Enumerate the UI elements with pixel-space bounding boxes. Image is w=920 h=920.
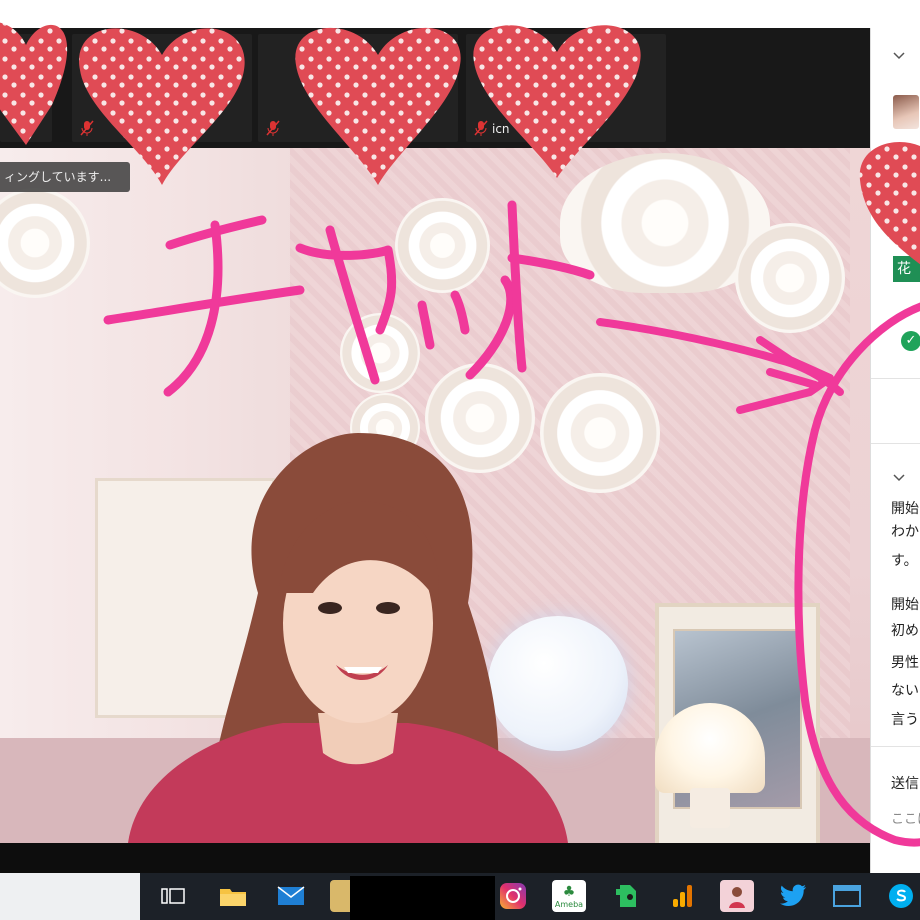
- chat-message-line: 言う: [891, 712, 919, 728]
- ameba-icon[interactable]: ♣ Ameba: [552, 880, 586, 912]
- paper-flower: [395, 198, 490, 293]
- participant-name: icn: [492, 122, 510, 136]
- ameba-label: Ameba: [554, 899, 584, 909]
- twitter-icon[interactable]: [776, 880, 810, 912]
- task-view-icon[interactable]: [156, 880, 190, 912]
- mail-icon[interactable]: [274, 880, 308, 912]
- chat-message-line: 開始: [891, 501, 919, 517]
- divider: [871, 443, 920, 444]
- video-bottom-bar: [0, 843, 870, 873]
- screen-share-notice: ィングしています...: [0, 162, 130, 192]
- name-badge: 花: [893, 256, 920, 282]
- instagram-icon[interactable]: [496, 880, 530, 912]
- analytics-icon[interactable]: [666, 880, 700, 912]
- lamp-base: [690, 788, 730, 828]
- redacted-area: [350, 876, 495, 920]
- avatar: [893, 95, 919, 129]
- check-icon: ✓: [901, 331, 920, 351]
- chat-message-line: 初め: [891, 623, 919, 639]
- paper-flower: [735, 223, 845, 333]
- chat-message-line: 男性: [891, 655, 919, 671]
- paper-flower: [340, 313, 420, 393]
- presenter: [128, 433, 568, 843]
- chat-message-line: 開始: [891, 597, 919, 613]
- chat-input[interactable]: ここに: [891, 808, 920, 827]
- chat-message-line: わか: [891, 524, 919, 540]
- participant-tile[interactable]: [0, 34, 52, 142]
- mic-muted-icon: [474, 120, 488, 136]
- file-explorer-icon[interactable]: [216, 880, 250, 912]
- window-top: [0, 0, 870, 28]
- chevron-down-icon[interactable]: [893, 52, 905, 60]
- evernote-icon[interactable]: [610, 880, 644, 912]
- screen: icn ィングしています... 花 ✓ 開始 わか す。 開始 初め 男性 ない…: [0, 0, 920, 920]
- participant-strip: icn: [0, 28, 870, 148]
- chat-message-line: ない: [891, 683, 919, 699]
- participant-tile[interactable]: [72, 34, 252, 142]
- divider: [871, 378, 920, 379]
- skype-icon[interactable]: [884, 880, 918, 912]
- participant-tile[interactable]: [258, 34, 458, 142]
- send-to-label[interactable]: 送信: [891, 773, 919, 793]
- ameba-glyph: ♣: [562, 883, 576, 900]
- mic-muted-icon: [80, 120, 94, 136]
- mic-muted-icon: [266, 120, 280, 136]
- divider: [871, 746, 920, 747]
- browser-icon[interactable]: [830, 880, 864, 912]
- photo-icon[interactable]: [720, 880, 754, 912]
- main-video: [0, 148, 870, 843]
- participant-tile[interactable]: icn: [466, 34, 666, 142]
- chat-message-line: す。: [891, 553, 918, 569]
- chat-panel: 花 ✓ 開始 わか す。 開始 初め 男性 ない 言う 送信 ここに: [870, 28, 920, 873]
- chevron-down-icon[interactable]: [893, 474, 905, 482]
